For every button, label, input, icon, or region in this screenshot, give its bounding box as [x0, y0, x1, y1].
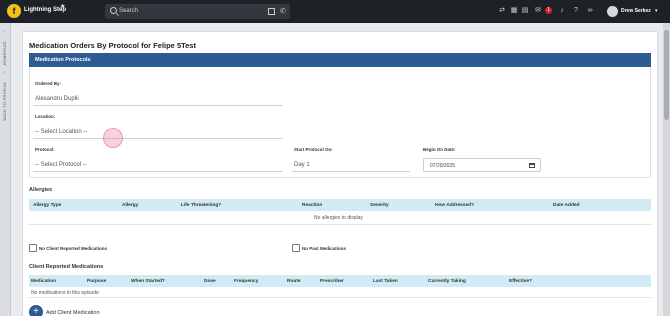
- bell-icon[interactable]: ♪: [558, 6, 566, 15]
- search-input[interactable]: Search: [119, 8, 138, 14]
- client-meds-empty-text: No medications in this episode: [31, 290, 99, 296]
- no-past-medications-label: No Past Medications: [302, 246, 347, 251]
- location-label: Location:: [35, 114, 56, 119]
- avatar[interactable]: [607, 6, 618, 17]
- column-header: Prescriber: [320, 279, 344, 284]
- column-header: Route: [287, 279, 301, 284]
- column-header: How Addressed?: [435, 203, 475, 208]
- help-icon[interactable]: ?: [572, 6, 580, 15]
- location-select[interactable]: -- Select Location --: [35, 129, 87, 135]
- start-protocol-field[interactable]: Day 1: [294, 162, 310, 168]
- search-bar[interactable]: Search ✆: [105, 4, 290, 19]
- protocol-underline: [33, 171, 283, 172]
- protocol-form: [29, 67, 651, 178]
- start-protocol-label: Start Protocol On:: [294, 147, 333, 152]
- calendar-icon[interactable]: [268, 8, 275, 15]
- brand-logo[interactable]: f: [7, 4, 21, 18]
- search-icon: [110, 7, 117, 14]
- start-protocol-underline: [292, 171, 410, 172]
- page-title: Medication Orders By Protocol for Felipe…: [29, 41, 196, 50]
- column-header: Frequency: [234, 279, 259, 284]
- table-row: [29, 287, 651, 298]
- column-header: Currently Taking: [428, 279, 466, 284]
- no-client-reported-label: No Client Reported Medications: [39, 246, 108, 251]
- allergies-table-header: Allergy Type Allergy Life Threatening? R…: [29, 199, 651, 211]
- allergies-empty-text: No allergies to display: [314, 215, 363, 221]
- client-meds-table-header: Medication Purpose When Started? Dose Fr…: [29, 275, 651, 287]
- begin-date-input[interactable]: 07/20/2025: [423, 158, 541, 172]
- column-header: Reaction: [302, 203, 323, 208]
- user-name[interactable]: Drew Serkez: [621, 8, 651, 14]
- chevron-down-icon[interactable]: ▾: [655, 8, 658, 14]
- top-navbar: f Lightning Step ★ Search ✆ ⇄ ▦ ▤ ✉ 1 ♪ …: [0, 0, 670, 23]
- calendar-icon[interactable]: [529, 163, 535, 168]
- star-icon[interactable]: ★: [60, 3, 65, 10]
- no-past-medications-checkbox[interactable]: [292, 244, 300, 252]
- chevron-left-icon[interactable]: ‹: [3, 70, 5, 76]
- add-client-medication-button[interactable]: +: [29, 305, 43, 316]
- section-header: Medication Protocols: [29, 53, 651, 67]
- protocol-select[interactable]: -- Select Protocol --: [35, 162, 87, 168]
- add-client-medication-label[interactable]: Add Client Medication: [46, 310, 100, 316]
- ordered-by-label: Ordered By:: [35, 81, 62, 86]
- scrollbar-thumb[interactable]: [664, 30, 669, 120]
- arrows-icon[interactable]: ⇄: [498, 6, 506, 15]
- begin-date-label: Begin On Date:: [423, 147, 456, 152]
- column-header: Allergy: [122, 203, 139, 208]
- column-header: Medication: [31, 279, 57, 284]
- column-header: Purpose: [87, 279, 107, 284]
- column-header: Effective?: [509, 279, 532, 284]
- client-meds-title: Client Reported Medications: [29, 264, 104, 270]
- calendar-grid-icon[interactable]: ▦: [510, 6, 518, 15]
- location-underline: [33, 138, 283, 139]
- link-icon[interactable]: ∞: [586, 6, 594, 15]
- column-header: Life Threatening?: [181, 203, 222, 208]
- ordered-by-underline: [33, 105, 283, 106]
- column-header: Allergy Type: [33, 203, 62, 208]
- chevron-left-icon[interactable]: ‹: [3, 29, 5, 35]
- plus-icon: +: [33, 306, 39, 316]
- phone-icon[interactable]: ✆: [280, 7, 286, 15]
- begin-date-value: 07/20/2025: [430, 163, 456, 169]
- column-header: Dose: [204, 279, 216, 284]
- no-client-reported-checkbox[interactable]: [29, 244, 37, 252]
- column-header: Last Taken: [373, 279, 398, 284]
- column-header: Severity: [370, 203, 389, 208]
- ordered-by-field[interactable]: Alexandru Duplii: [35, 96, 79, 102]
- sidebar-homepage[interactable]: HOMEPAGE: [2, 41, 7, 65]
- sidebar-back-to-profile[interactable]: BACK TO PROFILE: [2, 82, 7, 121]
- column-header: When Started?: [131, 279, 165, 284]
- allergies-title: Allergies: [29, 187, 53, 193]
- grid-icon[interactable]: ▤: [521, 6, 529, 15]
- left-sidebar: ‹ HOMEPAGE ‹ BACK TO PROFILE: [0, 23, 11, 316]
- click-indicator: [103, 128, 123, 148]
- column-header: Date Added: [553, 203, 580, 208]
- notification-badge: 1: [545, 7, 552, 14]
- protocol-label: Protocol:: [35, 147, 55, 152]
- message-icon[interactable]: ✉: [534, 6, 542, 15]
